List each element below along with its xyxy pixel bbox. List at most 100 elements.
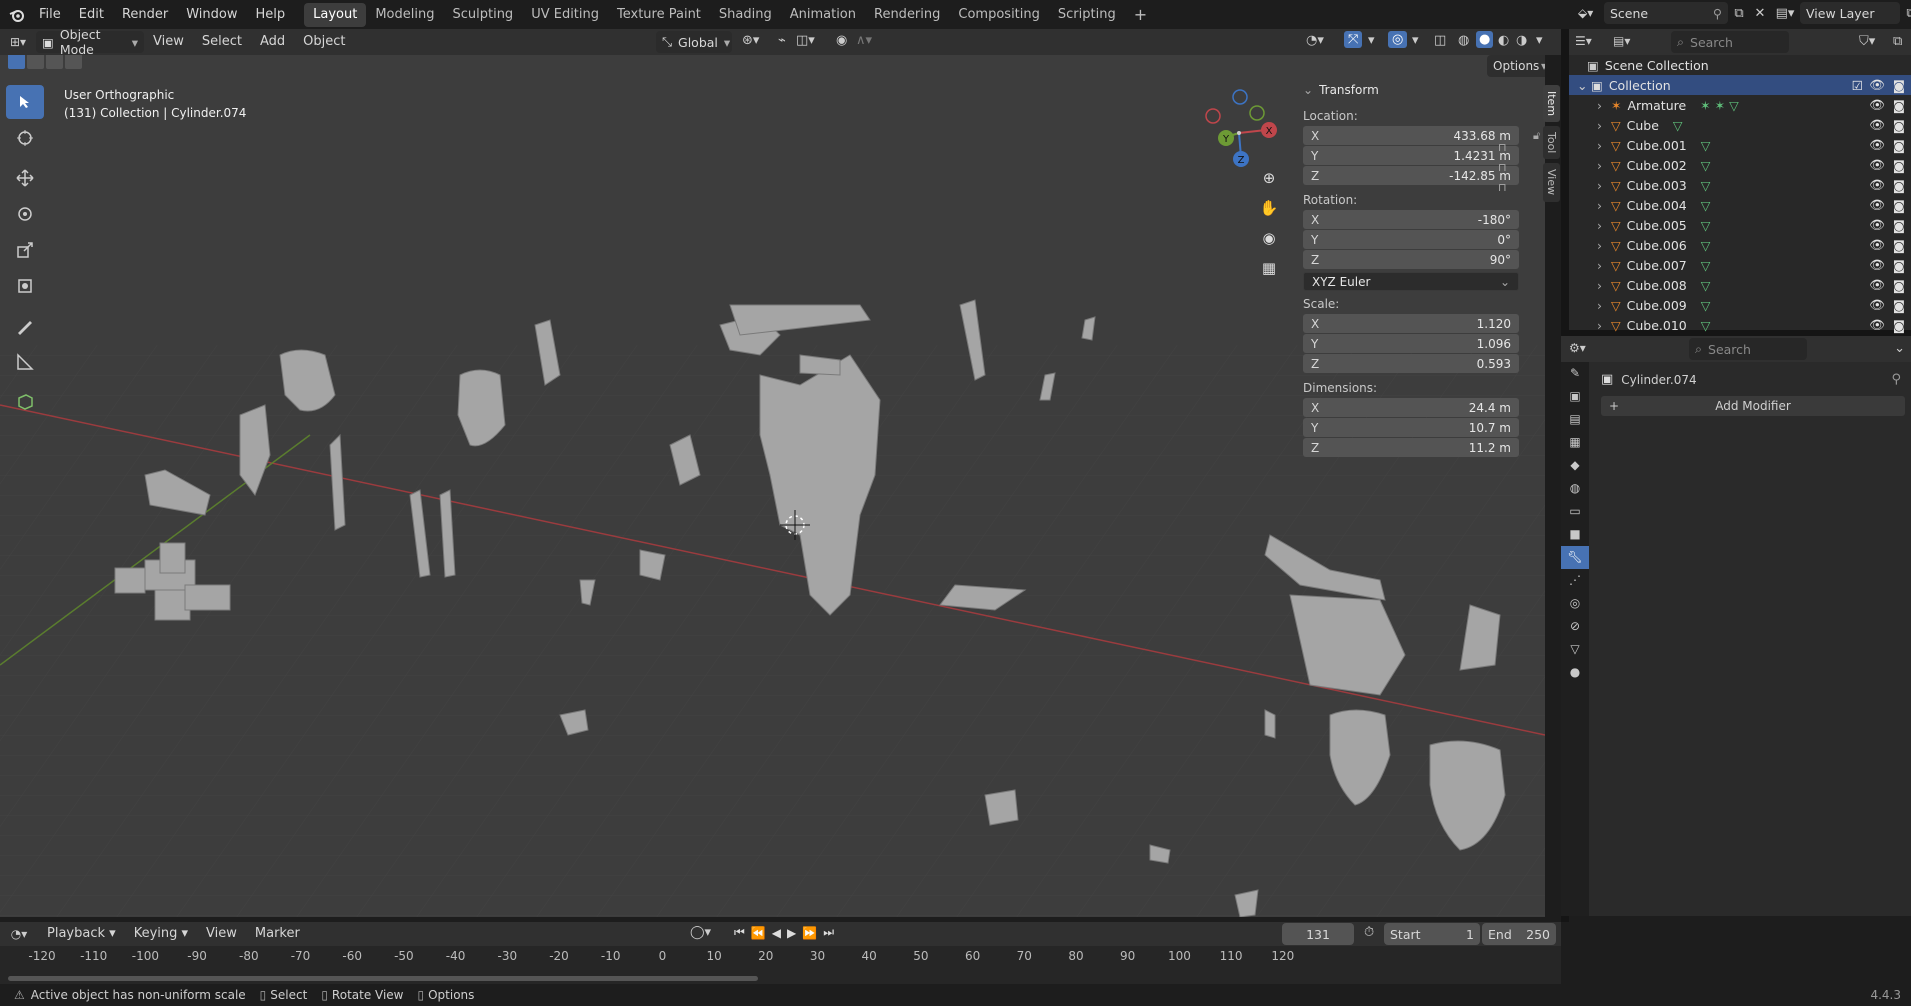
dimensions-x-field[interactable]: X 24.4 m <box>1303 398 1519 417</box>
navigation-gizmo[interactable]: X Y Z <box>1194 85 1284 175</box>
outliner-search-input[interactable]: ⌕ Search <box>1671 31 1789 53</box>
annotate-tool-icon[interactable] <box>6 309 44 343</box>
rotation-z-field[interactable]: Z 90° <box>1303 250 1519 269</box>
filter-icon[interactable]: ⛉▾ <box>1859 34 1875 49</box>
menu-select[interactable]: Select <box>193 30 251 54</box>
lock-icon[interactable]: ⊓ <box>1498 178 1518 198</box>
select-intersect-icon[interactable] <box>65 55 82 69</box>
menu-add[interactable]: Add <box>251 30 294 54</box>
expand-icon[interactable]: ⌄ <box>1577 78 1591 93</box>
tab-layout[interactable]: Layout <box>304 2 367 27</box>
tab-item[interactable]: Item <box>1543 85 1560 123</box>
menu-object[interactable]: Object <box>294 30 354 54</box>
delete-scene-icon[interactable]: ✕ <box>1750 6 1770 21</box>
camera-icon[interactable]: ◙ <box>1893 318 1905 333</box>
dimensions-y-field[interactable]: Y 10.7 m <box>1303 418 1519 437</box>
measure-tool-icon[interactable] <box>6 345 44 379</box>
dimensions-z-field[interactable]: Z 11.2 m <box>1303 438 1519 457</box>
new-collection-icon[interactable]: ⧉ <box>1893 34 1902 49</box>
expand-icon[interactable]: › <box>1597 118 1611 133</box>
jump-start-icon[interactable]: ⏮ <box>734 925 745 940</box>
tab-sculpting[interactable]: Sculpting <box>443 3 522 27</box>
menu-edit[interactable]: Edit <box>70 3 113 27</box>
outliner-item[interactable]: › ▽ Cube ▽ 👁︎ ◙ <box>1569 115 1911 135</box>
pin-icon[interactable]: ⚲ <box>1891 372 1901 387</box>
eye-icon[interactable]: 👁︎ <box>1869 97 1885 113</box>
rotate-tool-icon[interactable] <box>6 197 44 231</box>
add-workspace-icon[interactable]: + <box>1125 3 1156 27</box>
display-mode-icon[interactable]: ▤▾ <box>1613 34 1630 48</box>
tab-output-icon[interactable]: ▤ <box>1561 408 1589 431</box>
prev-keyframe-icon[interactable]: ⏪ <box>751 926 766 940</box>
eye-icon[interactable]: 👁︎ <box>1869 177 1885 193</box>
select-new-icon[interactable] <box>8 55 25 69</box>
location-x-field[interactable]: X 433.68 m <box>1303 126 1519 145</box>
tab-world-icon[interactable]: ◍ <box>1561 477 1589 500</box>
select-subtract-icon[interactable] <box>46 55 63 69</box>
camera-icon[interactable]: ◙ <box>1893 98 1905 113</box>
timeline-editor-icon[interactable]: ◔▾ <box>0 927 38 941</box>
menu-timeline-view[interactable]: View <box>197 922 246 946</box>
mode-dropdown[interactable]: ▣ Object Mode ▾ <box>36 27 144 57</box>
lock-icon[interactable]: ⊓ <box>1498 138 1518 158</box>
rendered-shading-icon[interactable]: ◑ <box>1516 33 1527 48</box>
checkbox-icon[interactable]: ☑ <box>1852 78 1863 93</box>
expand-icon[interactable]: › <box>1597 298 1611 313</box>
select-extend-icon[interactable] <box>27 55 44 69</box>
tab-view-layer-icon[interactable]: ▦ <box>1561 431 1589 454</box>
material-shading-icon[interactable]: ◐ <box>1498 33 1509 48</box>
tab-constraints-icon[interactable]: ⊘ <box>1561 615 1589 638</box>
options-dropdown[interactable]: Options ▾ <box>1487 55 1545 77</box>
tab-material-icon[interactable]: ● <box>1561 661 1589 684</box>
eye-icon[interactable]: 👁︎ <box>1869 117 1885 133</box>
rotation-mode-dropdown[interactable]: XYZ Euler ⌄ <box>1303 272 1519 291</box>
location-z-field[interactable]: Z -142.85 m <box>1303 166 1519 185</box>
expand-icon[interactable]: › <box>1597 318 1611 333</box>
view-layer-field[interactable]: View Layer <box>1800 2 1900 24</box>
outliner-item[interactable]: › ▽ Cube.009 ▽ 👁︎ ◙ <box>1569 295 1911 315</box>
outliner-item[interactable]: › ▽ Cube.003 ▽ 👁︎ ◙ <box>1569 175 1911 195</box>
tab-texture-paint[interactable]: Texture Paint <box>608 3 710 27</box>
chevron-down-icon[interactable]: ⌄ <box>1894 341 1905 356</box>
add-cube-tool-icon[interactable] <box>6 385 44 419</box>
camera-icon[interactable]: ◙ <box>1893 158 1905 173</box>
gizmo-toggle-icon[interactable]: ⤧ <box>1344 31 1363 48</box>
cursor-tool-icon[interactable] <box>6 121 44 155</box>
current-frame-field[interactable]: 131 <box>1282 923 1354 945</box>
menu-view[interactable]: View <box>144 30 193 54</box>
pan-hand-icon[interactable]: ✋ <box>1254 199 1284 229</box>
menu-keying[interactable]: Keying ▾ <box>125 922 197 946</box>
camera-icon[interactable]: ◙ <box>1893 78 1905 93</box>
expand-icon[interactable]: › <box>1597 198 1611 213</box>
tab-uv-editing[interactable]: UV Editing <box>522 3 608 27</box>
tab-view[interactable]: View <box>1543 163 1560 202</box>
outliner-item[interactable]: › ▽ Cube.005 ▽ 👁︎ ◙ <box>1569 215 1911 235</box>
expand-icon[interactable]: › <box>1597 98 1611 113</box>
gizmo-dropdown-icon[interactable]: ▾ <box>1368 33 1375 48</box>
expand-icon[interactable]: › <box>1597 138 1611 153</box>
expand-icon[interactable]: › <box>1597 258 1611 273</box>
outliner-item[interactable]: › ▽ Cube.001 ▽ 👁︎ ◙ <box>1569 135 1911 155</box>
snap-target-icon[interactable]: ◫▾ <box>796 33 815 48</box>
rotation-y-field[interactable]: Y 0° <box>1303 230 1519 249</box>
solid-shading-icon[interactable]: ● <box>1476 31 1494 48</box>
tab-scene-icon[interactable]: ◆ <box>1561 454 1589 477</box>
camera-icon[interactable]: ◙ <box>1893 298 1905 313</box>
auto-key-icon[interactable]: ◯▾ <box>690 925 711 940</box>
camera-icon[interactable]: ◙ <box>1893 138 1905 153</box>
proportional-edit-icon[interactable]: ◉ <box>836 33 847 48</box>
expand-icon[interactable]: › <box>1597 238 1611 253</box>
outliner-item[interactable]: › ▽ Cube.007 ▽ 👁︎ ◙ <box>1569 255 1911 275</box>
menu-render[interactable]: Render <box>113 3 177 27</box>
expand-icon[interactable]: › <box>1597 218 1611 233</box>
timeline-scrollbar[interactable] <box>8 976 758 981</box>
falloff-icon[interactable]: ∧▾ <box>856 33 872 48</box>
eye-icon[interactable]: 👁︎ <box>1869 217 1885 233</box>
view-layer-icon[interactable]: ▤▾ <box>1770 6 1800 21</box>
editor-type-icon[interactable]: ⊞▾ <box>0 35 36 49</box>
eye-icon[interactable]: 👁︎ <box>1869 257 1885 273</box>
menu-playback[interactable]: Playback ▾ <box>38 922 125 946</box>
location-y-field[interactable]: Y 1.4231 m <box>1303 146 1519 165</box>
new-view-layer-icon[interactable]: ⧉ <box>1900 6 1911 21</box>
scale-z-field[interactable]: Z 0.593 <box>1303 354 1519 373</box>
